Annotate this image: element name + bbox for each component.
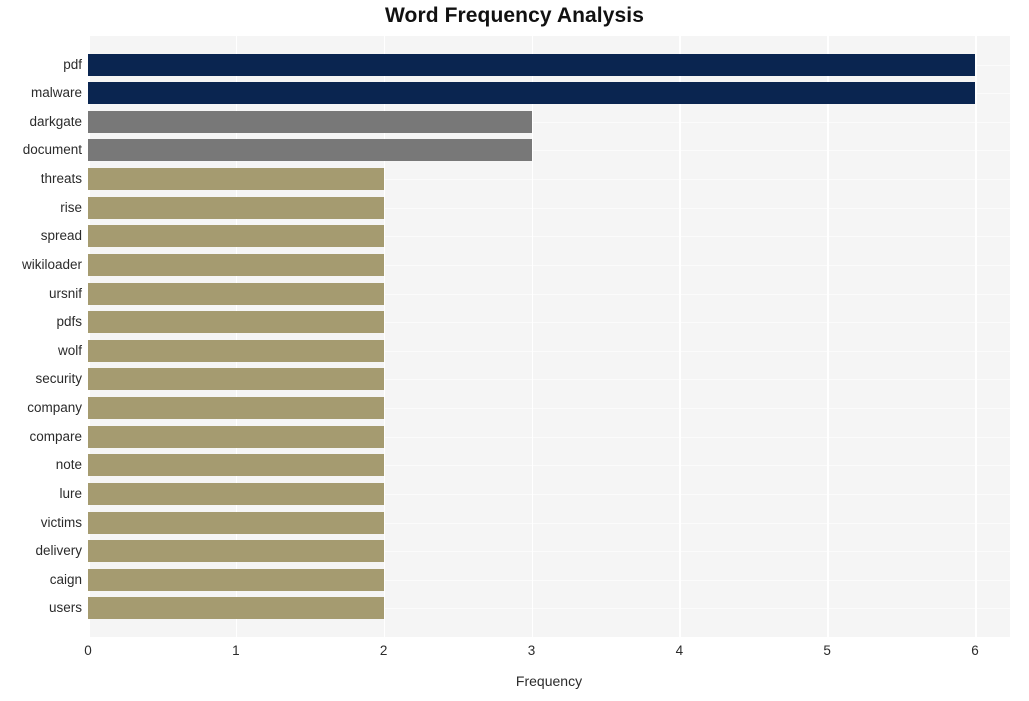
bar-pdf: [88, 54, 975, 76]
y-tick-label-users: users: [48, 600, 82, 615]
plot-area: [88, 36, 1010, 637]
y-axis-tick-labels: pdf malware darkgate document threats rise spr…: [0, 36, 82, 637]
y-tick-label-pdf: pdf: [63, 57, 82, 72]
bar-threats: [88, 168, 384, 190]
y-tick-label-threats: threats: [40, 171, 82, 186]
y-tick-label-lure: lure: [59, 486, 82, 501]
y-tick-label-wikiloader: wikiloader: [21, 257, 82, 272]
bar-malware: [88, 82, 975, 104]
y-tick-label-wolf: wolf: [57, 343, 82, 358]
vertical-gridline: [531, 36, 533, 637]
bar-note: [88, 454, 384, 476]
y-tick-label-pdfs: pdfs: [56, 314, 82, 329]
bar-pdfs: [88, 311, 384, 333]
bar-victims: [88, 512, 384, 534]
bar-users: [88, 597, 384, 619]
x-tick-label-3: 3: [527, 643, 536, 658]
bar-lure: [88, 483, 384, 505]
x-axis-tick-labels: 0 1 2 3 4 5 6: [0, 643, 1029, 665]
y-tick-label-ursnif: ursnif: [48, 286, 82, 301]
x-tick-label-2: 2: [379, 643, 388, 658]
y-tick-label-document: document: [22, 142, 82, 157]
y-tick-label-company: company: [27, 400, 82, 415]
vertical-gridline: [679, 36, 681, 637]
bar-company: [88, 397, 384, 419]
bar-delivery: [88, 540, 384, 562]
bar-security: [88, 368, 384, 390]
bar-wikiloader: [88, 254, 384, 276]
y-tick-label-caign: caign: [49, 572, 82, 587]
x-tick-label-4: 4: [675, 643, 684, 658]
chart-title: Word Frequency Analysis: [384, 4, 645, 27]
bar-document: [88, 139, 532, 161]
bar-darkgate: [88, 111, 532, 133]
bar-wolf: [88, 340, 384, 362]
bar-spread: [88, 225, 384, 247]
vertical-gridline: [827, 36, 829, 637]
bar-rise: [88, 197, 384, 219]
x-tick-label-6: 6: [971, 643, 979, 658]
y-tick-label-security: security: [35, 371, 82, 386]
x-axis-label: Frequency: [515, 673, 583, 689]
y-tick-label-malware: malware: [30, 85, 82, 100]
y-tick-label-compare: compare: [29, 429, 82, 444]
word-frequency-chart-figure: Word Frequency Analysis pdf malware darkga…: [0, 0, 1029, 701]
x-tick-label-5: 5: [823, 643, 831, 658]
vertical-gridline: [975, 36, 977, 637]
y-tick-label-rise: rise: [60, 200, 82, 215]
bar-caign: [88, 569, 384, 591]
y-tick-label-victims: victims: [40, 515, 82, 530]
x-tick-label-0: 0: [84, 643, 92, 658]
bar-ursnif: [88, 283, 384, 305]
y-tick-label-spread: spread: [40, 228, 82, 243]
y-tick-label-darkgate: darkgate: [29, 114, 82, 129]
y-tick-label-delivery: delivery: [35, 543, 82, 558]
bar-compare: [88, 426, 384, 448]
y-tick-label-note: note: [55, 457, 82, 472]
x-tick-label-1: 1: [232, 643, 240, 658]
